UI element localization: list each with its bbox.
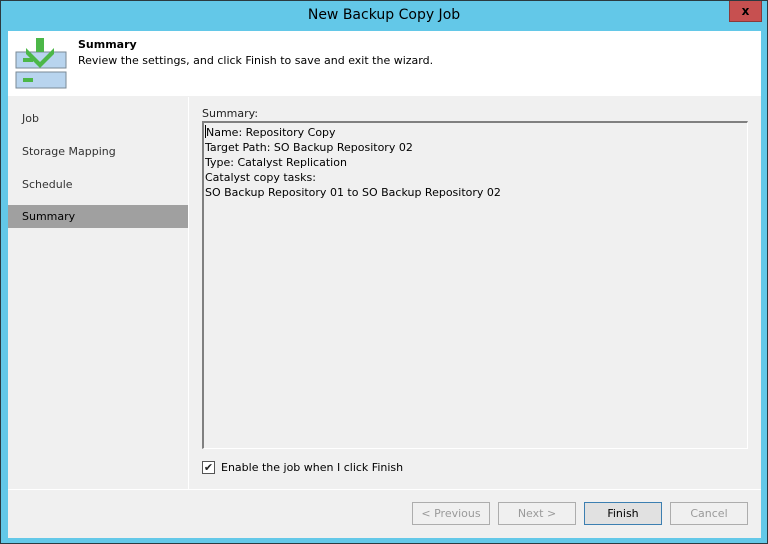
wizard-window: New Backup Copy Job x Summary Review the… <box>0 0 768 544</box>
summary-line: Type: Catalyst Replication <box>205 156 347 169</box>
window-title: New Backup Copy Job <box>307 7 461 23</box>
next-button[interactable]: Next > <box>498 502 576 525</box>
summary-label: Summary: <box>202 107 259 120</box>
cancel-button[interactable]: Cancel <box>670 502 748 525</box>
enable-job-label[interactable]: Enable the job when I click Finish <box>221 461 403 474</box>
enable-job-option[interactable]: ✔ Enable the job when I click Finish <box>202 461 403 474</box>
enable-job-checkbox[interactable]: ✔ <box>202 461 215 474</box>
wizard-client-area: Summary Review the settings, and click F… <box>8 31 761 538</box>
close-icon: x <box>741 4 750 18</box>
wizard-header: Summary Review the settings, and click F… <box>8 31 761 96</box>
footer-divider <box>8 489 761 490</box>
summary-line: Name: Repository Copy <box>206 126 336 139</box>
wizard-step-nav: Job Storage Mapping Schedule Summary <box>8 97 189 489</box>
close-button[interactable]: x <box>729 1 762 22</box>
nav-item-job[interactable]: Job <box>8 107 188 130</box>
title-bar[interactable]: New Backup Copy Job x <box>1 1 767 31</box>
summary-line: Catalyst copy tasks: <box>205 171 316 184</box>
summary-panel: Summary: Name: Repository Copy Target Pa… <box>189 97 761 489</box>
previous-button[interactable]: < Previous <box>412 502 490 525</box>
summary-line: Target Path: SO Backup Repository 02 <box>205 141 413 154</box>
nav-item-summary[interactable]: Summary <box>8 205 188 228</box>
nav-item-storage-mapping[interactable]: Storage Mapping <box>8 140 188 163</box>
summary-textbox[interactable]: Name: Repository Copy Target Path: SO Ba… <box>202 121 748 449</box>
nav-item-schedule[interactable]: Schedule <box>8 173 188 196</box>
backup-copy-download-icon <box>15 38 67 89</box>
checkmark-icon: ✔ <box>203 461 214 474</box>
step-title: Summary <box>78 38 137 51</box>
step-description: Review the settings, and click Finish to… <box>78 54 434 67</box>
finish-button[interactable]: Finish <box>584 502 662 525</box>
summary-line: SO Backup Repository 01 to SO Backup Rep… <box>205 186 501 199</box>
